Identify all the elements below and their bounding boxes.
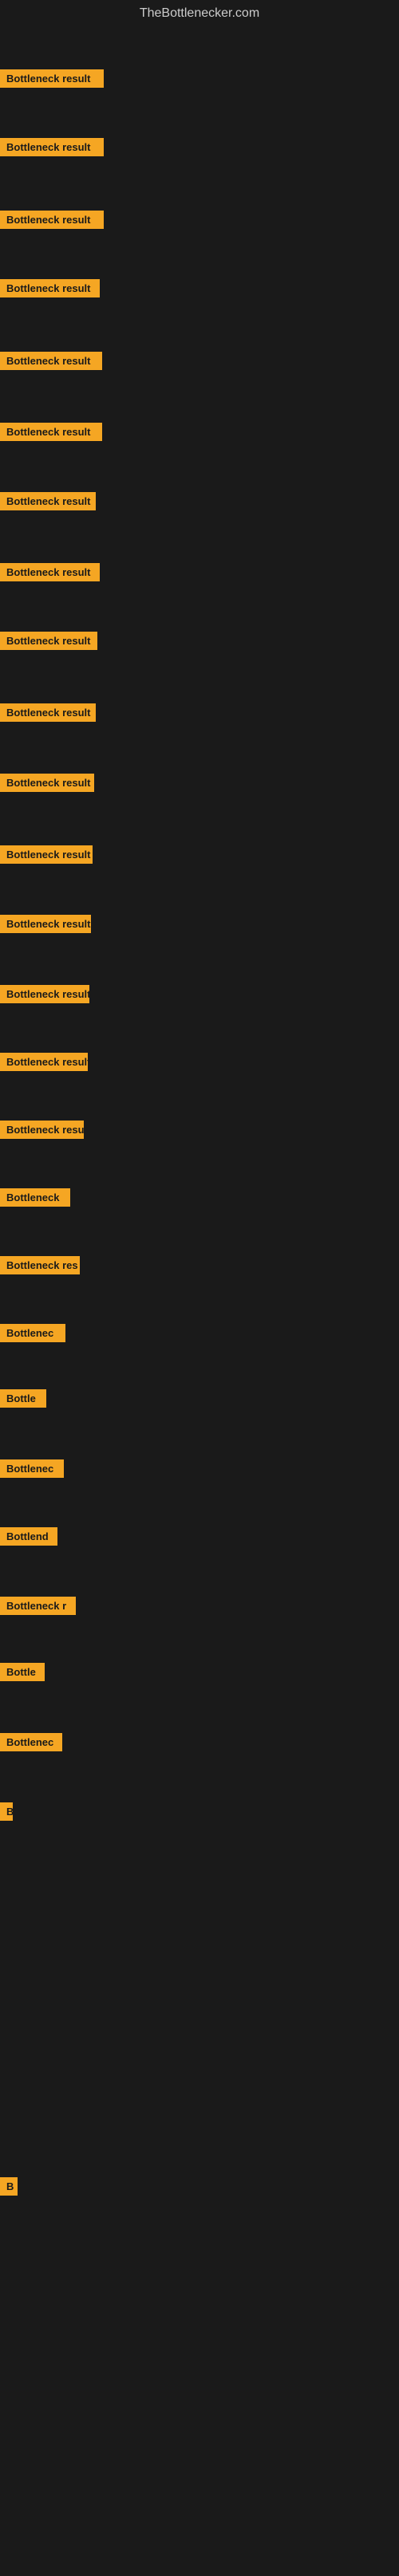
bottleneck-badge: Bottleneck result <box>0 423 102 441</box>
bottleneck-badge: Bottleneck r <box>0 1597 76 1615</box>
bottleneck-badge: Bottlend <box>0 1527 57 1546</box>
bottleneck-result-item[interactable]: B <box>0 1802 13 1825</box>
bottleneck-badge: Bottleneck result <box>0 915 91 933</box>
bottleneck-result-item[interactable]: Bottleneck result <box>0 845 93 868</box>
bottleneck-badge: Bottleneck result <box>0 845 93 864</box>
bottleneck-badge: Bottleneck result <box>0 352 102 370</box>
bottleneck-result-item[interactable]: Bottleneck res <box>0 1256 80 1278</box>
bottleneck-badge: Bottleneck result <box>0 703 96 722</box>
bottleneck-result-item[interactable]: Bottle <box>0 1389 46 1412</box>
bottleneck-result-item[interactable]: Bottleneck result <box>0 352 102 374</box>
bottleneck-badge: Bottlenec <box>0 1459 64 1478</box>
bottleneck-result-item[interactable]: Bottleneck result <box>0 915 91 937</box>
bottleneck-badge: Bottleneck result <box>0 774 94 792</box>
bottleneck-badge: Bottleneck result <box>0 211 104 229</box>
bottleneck-badge: Bottlenec <box>0 1324 65 1342</box>
bottleneck-result-item[interactable]: Bottlend <box>0 1527 57 1550</box>
bottleneck-badge: Bottleneck res <box>0 1256 80 1274</box>
bottleneck-badge: Bottleneck result <box>0 563 100 581</box>
bottleneck-result-item[interactable]: Bottleneck result <box>0 279 100 301</box>
bottleneck-result-item[interactable]: Bottleneck result <box>0 492 96 514</box>
bottleneck-badge: Bottleneck result <box>0 1053 88 1071</box>
bottleneck-badge: Bottle <box>0 1663 45 1681</box>
bottleneck-result-item[interactable]: Bottleneck r <box>0 1597 76 1619</box>
bottleneck-badge: Bottleneck result <box>0 492 96 510</box>
site-title: TheBottlenecker.com <box>0 0 399 24</box>
bottleneck-result-item[interactable]: Bottle <box>0 1663 45 1685</box>
bottleneck-result-item[interactable]: Bottlenec <box>0 1459 64 1482</box>
bottleneck-badge: B <box>0 1802 13 1821</box>
bottleneck-result-item[interactable]: B <box>0 2177 18 2200</box>
bottleneck-result-item[interactable]: Bottleneck result <box>0 703 96 726</box>
bottleneck-result-item[interactable]: Bottleneck result <box>0 69 104 92</box>
bottleneck-badge: Bottle <box>0 1389 46 1408</box>
bottleneck-result-item[interactable]: Bottleneck result <box>0 985 89 1007</box>
bottleneck-result-item[interactable]: Bottlenec <box>0 1324 65 1346</box>
bottleneck-result-item[interactable]: Bottleneck <box>0 1188 70 1211</box>
bottleneck-result-item[interactable]: Bottleneck result <box>0 423 102 445</box>
bottleneck-badge: Bottleneck result <box>0 985 89 1003</box>
bottleneck-badge: Bottleneck result <box>0 138 104 156</box>
bottleneck-result-item[interactable]: Bottleneck result <box>0 211 104 233</box>
bottleneck-badge: Bottlenec <box>0 1733 62 1751</box>
bottleneck-result-item[interactable]: Bottleneck result <box>0 632 97 654</box>
bottleneck-result-item[interactable]: Bottlenec <box>0 1733 62 1755</box>
bottleneck-badge: Bottleneck resu <box>0 1121 84 1139</box>
bottleneck-result-item[interactable]: Bottleneck result <box>0 1053 88 1075</box>
bottleneck-result-item[interactable]: Bottleneck result <box>0 774 94 796</box>
bottleneck-badge: B <box>0 2177 18 2196</box>
bottleneck-result-item[interactable]: Bottleneck result <box>0 138 104 160</box>
bottleneck-badge: Bottleneck result <box>0 279 100 297</box>
bottleneck-result-item[interactable]: Bottleneck resu <box>0 1121 84 1143</box>
bottleneck-result-item[interactable]: Bottleneck result <box>0 563 100 585</box>
bottleneck-badge: Bottleneck result <box>0 632 97 650</box>
bottleneck-badge: Bottleneck <box>0 1188 70 1207</box>
bottleneck-badge: Bottleneck result <box>0 69 104 88</box>
